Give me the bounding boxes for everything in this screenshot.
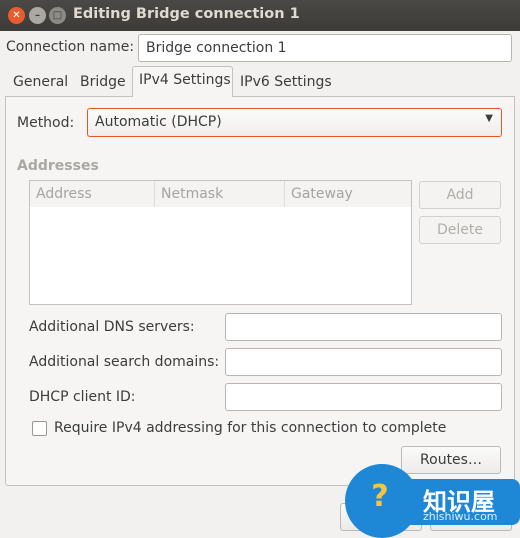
require-ipv4-label: Require IPv4 addressing for this connect… bbox=[54, 420, 447, 436]
method-dropdown[interactable]: Automatic (DHCP) ▼ bbox=[87, 108, 502, 137]
close-button[interactable]: ✕ bbox=[8, 7, 25, 24]
tab-ipv6-settings[interactable]: IPv6 Settings bbox=[234, 69, 338, 96]
require-ipv4-checkbox[interactable] bbox=[32, 421, 47, 436]
dropdown-arrow-icon: ▼ bbox=[485, 113, 493, 124]
delete-button[interactable]: Delete bbox=[419, 216, 501, 244]
tab-general[interactable]: General bbox=[7, 69, 74, 96]
help-monitor-icon: ? bbox=[371, 479, 389, 514]
connection-name-input[interactable]: Bridge connection 1 bbox=[138, 34, 512, 62]
dns-input[interactable] bbox=[225, 313, 502, 341]
dhcp-client-id-input[interactable] bbox=[225, 383, 502, 411]
maximize-button[interactable]: □ bbox=[49, 7, 66, 24]
method-value: Automatic (DHCP) bbox=[95, 114, 222, 130]
watermark-logo: ? 知识屋 zhishiwu.com bbox=[345, 464, 520, 538]
add-button[interactable]: Add bbox=[419, 181, 501, 209]
tab-ipv4-settings[interactable]: IPv4 Settings bbox=[132, 66, 233, 97]
dhcp-client-id-label: DHCP client ID: bbox=[29, 389, 136, 405]
column-netmask[interactable]: Netmask bbox=[155, 181, 285, 207]
column-gateway[interactable]: Gateway bbox=[285, 181, 411, 207]
tab-bridge[interactable]: Bridge bbox=[74, 69, 132, 96]
title-bar: ✕ – □ Editing Bridge connection 1 bbox=[0, 0, 520, 31]
window-title: Editing Bridge connection 1 bbox=[73, 6, 300, 22]
search-domains-label: Additional search domains: bbox=[29, 354, 220, 370]
connection-name-label: Connection name: bbox=[6, 39, 135, 55]
minimize-button[interactable]: – bbox=[29, 7, 46, 24]
addresses-label: Addresses bbox=[17, 158, 99, 174]
column-address[interactable]: Address bbox=[30, 181, 155, 207]
search-domains-input[interactable] bbox=[225, 348, 502, 376]
watermark-url: zhishiwu.com bbox=[423, 510, 498, 523]
method-label: Method: bbox=[17, 115, 75, 131]
dns-label: Additional DNS servers: bbox=[29, 319, 195, 335]
